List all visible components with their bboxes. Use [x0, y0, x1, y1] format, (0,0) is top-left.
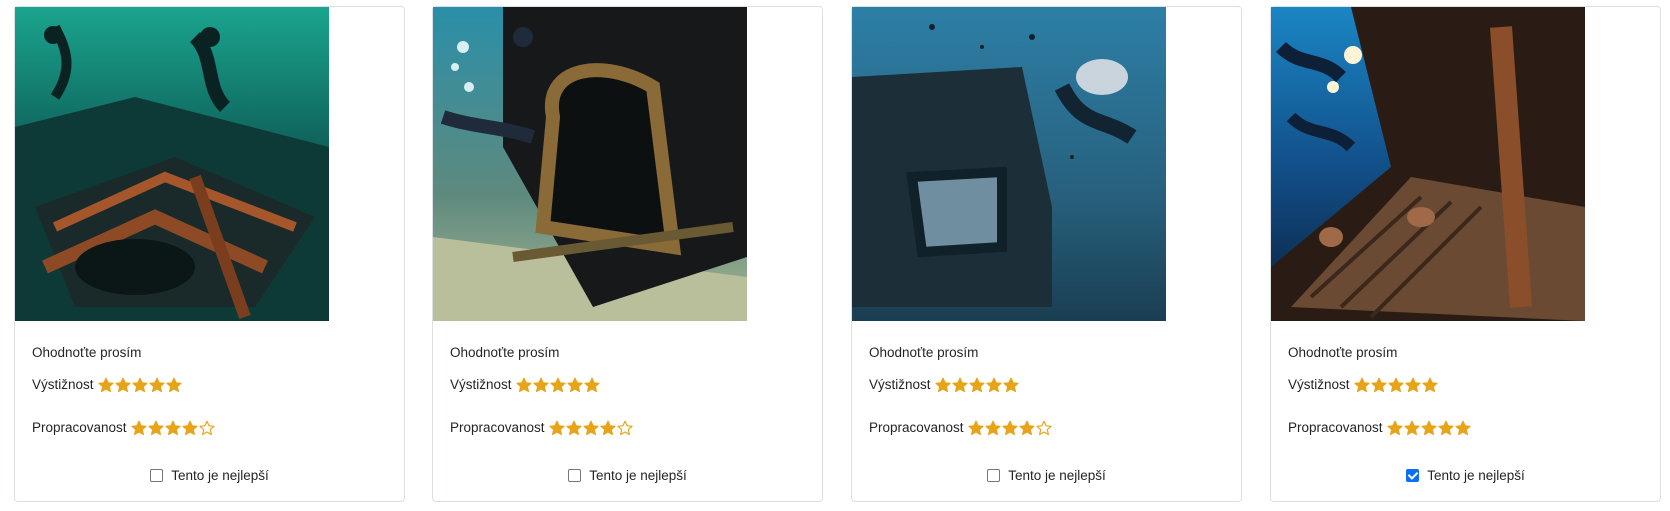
- star-rating[interactable]: [934, 377, 1020, 393]
- star-filled-icon[interactable]: [565, 420, 582, 436]
- star-filled-icon[interactable]: [1370, 377, 1387, 393]
- star-filled-icon[interactable]: [984, 420, 1001, 436]
- star-filled-icon[interactable]: [97, 377, 114, 393]
- star-rating[interactable]: [1353, 377, 1439, 393]
- rating-row-vystiznost: Výstižnost: [869, 375, 1224, 395]
- star-empty-icon[interactable]: [616, 420, 633, 436]
- star-filled-icon[interactable]: [114, 377, 131, 393]
- rating-row-propracovanost: Propracovanost: [1288, 418, 1643, 438]
- underwater-wreck-image: [433, 7, 747, 321]
- best-checkbox-label[interactable]: Tento je nejlepší: [171, 468, 269, 483]
- star-filled-icon[interactable]: [599, 420, 616, 436]
- best-checkbox-label[interactable]: Tento je nejlepší: [589, 468, 687, 483]
- star-filled-icon[interactable]: [148, 377, 165, 393]
- rating-label: Propracovanost: [450, 420, 545, 435]
- star-filled-icon[interactable]: [1386, 420, 1403, 436]
- star-filled-icon[interactable]: [1421, 377, 1438, 393]
- star-filled-icon[interactable]: [548, 420, 565, 436]
- star-filled-icon[interactable]: [1403, 420, 1420, 436]
- rating-label: Propracovanost: [1288, 420, 1383, 435]
- rating-label: Výstižnost: [869, 377, 931, 392]
- rating-prompt: Ohodnoťte prosím: [1288, 345, 1398, 360]
- best-checkbox[interactable]: [150, 468, 164, 482]
- rating-prompt: Ohodnoťte prosím: [450, 345, 560, 360]
- image-card: Ohodnoťte prosím Výstižnost Propracovano…: [14, 6, 405, 502]
- rating-row-vystiznost: Výstižnost: [450, 375, 805, 395]
- star-filled-icon[interactable]: [951, 377, 968, 393]
- star-rating[interactable]: [97, 377, 183, 393]
- star-filled-icon[interactable]: [566, 377, 583, 393]
- star-empty-icon[interactable]: [198, 420, 215, 436]
- best-choice[interactable]: Tento je nejlepší: [32, 465, 387, 485]
- underwater-wreck-image: [15, 7, 329, 321]
- rating-label: Propracovanost: [869, 420, 964, 435]
- star-filled-icon[interactable]: [164, 420, 181, 436]
- best-choice[interactable]: Tento je nejlepší: [869, 465, 1224, 485]
- star-filled-icon[interactable]: [532, 377, 549, 393]
- star-filled-icon[interactable]: [1454, 420, 1471, 436]
- star-filled-icon[interactable]: [967, 420, 984, 436]
- rating-row-vystiznost: Výstižnost: [1288, 375, 1643, 395]
- star-filled-icon[interactable]: [1420, 420, 1437, 436]
- rating-row-propracovanost: Propracovanost: [32, 418, 387, 438]
- rating-row-propracovanost: Propracovanost: [869, 418, 1224, 438]
- star-filled-icon[interactable]: [1001, 420, 1018, 436]
- star-filled-icon[interactable]: [985, 377, 1002, 393]
- star-rating[interactable]: [515, 377, 601, 393]
- rating-label: Výstižnost: [1288, 377, 1350, 392]
- rating-prompt: Ohodnoťte prosím: [32, 345, 142, 360]
- star-rating[interactable]: [130, 420, 216, 436]
- star-filled-icon[interactable]: [1018, 420, 1035, 436]
- star-filled-icon[interactable]: [181, 420, 198, 436]
- star-filled-icon[interactable]: [583, 377, 600, 393]
- star-empty-icon[interactable]: [1035, 420, 1052, 436]
- rating-prompt: Ohodnoťte prosím: [869, 345, 979, 360]
- star-filled-icon[interactable]: [147, 420, 164, 436]
- rating-label: Propracovanost: [32, 420, 127, 435]
- image-card: Ohodnoťte prosím Výstižnost Propracovano…: [851, 6, 1242, 502]
- rating-label: Výstižnost: [32, 377, 94, 392]
- star-filled-icon[interactable]: [549, 377, 566, 393]
- star-filled-icon[interactable]: [130, 420, 147, 436]
- best-choice[interactable]: Tento je nejlepší: [450, 465, 805, 485]
- best-checkbox[interactable]: [568, 468, 582, 482]
- star-filled-icon[interactable]: [1353, 377, 1370, 393]
- star-filled-icon[interactable]: [165, 377, 182, 393]
- star-filled-icon[interactable]: [934, 377, 951, 393]
- star-rating[interactable]: [1386, 420, 1472, 436]
- star-filled-icon[interactable]: [968, 377, 985, 393]
- star-filled-icon[interactable]: [131, 377, 148, 393]
- star-filled-icon[interactable]: [582, 420, 599, 436]
- star-filled-icon[interactable]: [1002, 377, 1019, 393]
- star-filled-icon[interactable]: [1404, 377, 1421, 393]
- best-checkbox[interactable]: [987, 468, 1001, 482]
- best-checkbox[interactable]: [1406, 468, 1420, 482]
- best-checkbox-label[interactable]: Tento je nejlepší: [1008, 468, 1106, 483]
- star-filled-icon[interactable]: [515, 377, 532, 393]
- star-rating[interactable]: [967, 420, 1053, 436]
- star-filled-icon[interactable]: [1437, 420, 1454, 436]
- underwater-wreck-image: [852, 7, 1166, 321]
- star-filled-icon[interactable]: [1387, 377, 1404, 393]
- rating-label: Výstižnost: [450, 377, 512, 392]
- image-card: Ohodnoťte prosím Výstižnost Propracovano…: [1270, 6, 1661, 502]
- star-rating[interactable]: [548, 420, 634, 436]
- best-checkbox-label[interactable]: Tento je nejlepší: [1427, 468, 1525, 483]
- image-card: Ohodnoťte prosím Výstižnost Propracovano…: [432, 6, 823, 502]
- best-choice[interactable]: Tento je nejlepší: [1288, 465, 1643, 485]
- rating-row-vystiznost: Výstižnost: [32, 375, 387, 395]
- rating-row-propracovanost: Propracovanost: [450, 418, 805, 438]
- underwater-wreck-image: [1271, 7, 1585, 321]
